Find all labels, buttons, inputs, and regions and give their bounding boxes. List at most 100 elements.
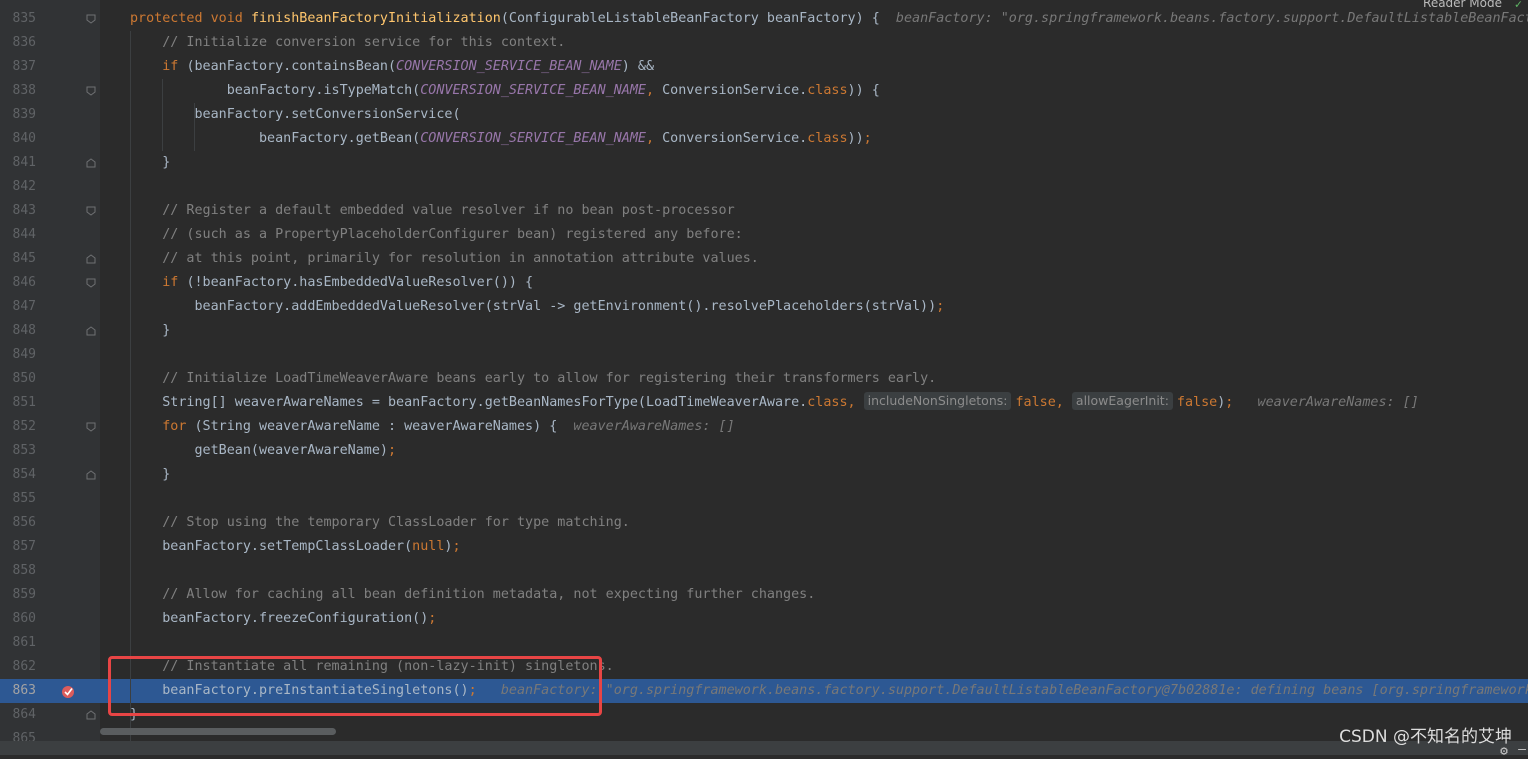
code-line[interactable]: 849 xyxy=(0,343,1528,367)
code-line[interactable]: 853 getBean(weaverAwareName); xyxy=(0,439,1528,463)
line-number[interactable]: 855 xyxy=(0,487,36,511)
line-number[interactable]: 863 xyxy=(0,679,36,703)
code-text[interactable]: getBean(weaverAwareName); xyxy=(130,439,396,463)
code-line[interactable]: 852 for (String weaverAwareName : weaver… xyxy=(0,415,1528,439)
line-number[interactable]: 838 xyxy=(0,79,36,103)
code-line[interactable]: 855 xyxy=(0,487,1528,511)
code-text[interactable]: beanFactory.freezeConfiguration(); xyxy=(130,607,436,631)
line-number[interactable]: 860 xyxy=(0,607,36,631)
reader-mode-toggle[interactable]: Reader Mode xyxy=(1423,0,1502,10)
code-line[interactable]: 842 xyxy=(0,175,1528,199)
line-number[interactable]: 845 xyxy=(0,247,36,271)
code-line[interactable]: 846 if (!beanFactory.hasEmbeddedValueRes… xyxy=(0,271,1528,295)
code-token: void xyxy=(210,11,251,26)
code-text[interactable]: for (String weaverAwareName : weaverAwar… xyxy=(130,415,734,439)
fold-close-icon[interactable] xyxy=(86,326,96,336)
line-number[interactable]: 853 xyxy=(0,439,36,463)
code-text[interactable]: beanFactory.isTypeMatch(CONVERSION_SERVI… xyxy=(130,79,880,103)
fold-close-icon[interactable] xyxy=(86,710,96,720)
line-number[interactable]: 850 xyxy=(0,367,36,391)
code-text[interactable]: protected void finishBeanFactoryInitiali… xyxy=(130,7,1528,31)
code-line[interactable]: 854 } xyxy=(0,463,1528,487)
code-text[interactable]: String[] weaverAwareNames = beanFactory.… xyxy=(130,391,1419,415)
fold-open-icon[interactable] xyxy=(86,422,96,432)
code-text[interactable]: beanFactory.addEmbeddedValueResolver(str… xyxy=(130,295,944,319)
line-number[interactable]: 856 xyxy=(0,511,36,535)
fold-close-icon[interactable] xyxy=(86,158,96,168)
breakpoint-icon[interactable] xyxy=(61,684,75,698)
line-number[interactable]: 840 xyxy=(0,127,36,151)
code-line[interactable]: 844 // (such as a PropertyPlaceholderCon… xyxy=(0,223,1528,247)
code-token: // Initialize conversion service for thi… xyxy=(162,35,566,50)
code-line[interactable]: 838 beanFactory.isTypeMatch(CONVERSION_S… xyxy=(0,79,1528,103)
code-line[interactable]: 861 xyxy=(0,631,1528,655)
code-line[interactable]: 857 beanFactory.setTempClassLoader(null)… xyxy=(0,535,1528,559)
fold-open-icon[interactable] xyxy=(86,206,96,216)
line-number[interactable]: 858 xyxy=(0,559,36,583)
line-number[interactable]: 847 xyxy=(0,295,36,319)
code-line[interactable]: 850 // Initialize LoadTimeWeaverAware be… xyxy=(0,367,1528,391)
horizontal-scrollbar[interactable] xyxy=(100,728,336,735)
code-line[interactable]: 847 beanFactory.addEmbeddedValueResolver… xyxy=(0,295,1528,319)
code-text[interactable]: // Register a default embedded value res… xyxy=(130,199,734,223)
line-number[interactable]: 848 xyxy=(0,319,36,343)
line-number[interactable]: 862 xyxy=(0,655,36,679)
fold-close-icon[interactable] xyxy=(86,254,96,264)
code-text[interactable]: // (such as a PropertyPlaceholderConfigu… xyxy=(130,223,742,247)
fold-close-icon[interactable] xyxy=(86,470,96,480)
code-line[interactable]: 837 if (beanFactory.containsBean(CONVERS… xyxy=(0,55,1528,79)
code-text[interactable]: // at this point, primarily for resoluti… xyxy=(130,247,759,271)
code-line[interactable]: 841 } xyxy=(0,151,1528,175)
line-number[interactable]: 851 xyxy=(0,391,36,415)
line-number[interactable]: 857 xyxy=(0,535,36,559)
code-text[interactable]: beanFactory.getBean(CONVERSION_SERVICE_B… xyxy=(130,127,872,151)
line-number[interactable]: 852 xyxy=(0,415,36,439)
code-line[interactable]: 856 // Stop using the temporary ClassLoa… xyxy=(0,511,1528,535)
code-token: ; xyxy=(863,131,872,146)
line-number[interactable]: 841 xyxy=(0,151,36,175)
line-number[interactable]: 842 xyxy=(0,175,36,199)
line-number[interactable]: 854 xyxy=(0,463,36,487)
line-number[interactable]: 839 xyxy=(0,103,36,127)
line-number[interactable]: 836 xyxy=(0,31,36,55)
fold-open-icon[interactable] xyxy=(86,278,96,288)
code-token: (String weaverAwareName : weaverAwareNam… xyxy=(194,419,574,434)
code-token: String[] weaverAwareNames = beanFactory.… xyxy=(130,395,808,410)
code-line[interactable]: 860 beanFactory.freezeConfiguration(); xyxy=(0,607,1528,631)
code-line[interactable]: 845 // at this point, primarily for reso… xyxy=(0,247,1528,271)
code-text[interactable]: if (!beanFactory.hasEmbeddedValueResolve… xyxy=(130,271,533,295)
code-token: } xyxy=(130,155,171,170)
code-text[interactable]: if (beanFactory.containsBean(CONVERSION_… xyxy=(130,55,654,79)
code-line[interactable]: 843 // Register a default embedded value… xyxy=(0,199,1528,223)
code-text[interactable]: } xyxy=(130,151,170,175)
line-number[interactable]: 844 xyxy=(0,223,36,247)
line-number[interactable]: 864 xyxy=(0,703,36,727)
code-text[interactable]: // Initialize conversion service for thi… xyxy=(130,31,565,55)
line-number[interactable]: 835 xyxy=(0,7,36,31)
code-line[interactable]: 859 // Allow for caching all bean defini… xyxy=(0,583,1528,607)
fold-open-icon[interactable] xyxy=(86,86,96,96)
code-line[interactable]: 848 } xyxy=(0,319,1528,343)
line-number[interactable]: 849 xyxy=(0,343,36,367)
code-text[interactable]: // Initialize LoadTimeWeaverAware beans … xyxy=(130,367,936,391)
code-line[interactable]: 836 // Initialize conversion service for… xyxy=(0,31,1528,55)
code-text[interactable]: } xyxy=(130,463,170,487)
line-number[interactable]: 861 xyxy=(0,631,36,655)
code-text[interactable]: // Stop using the temporary ClassLoader … xyxy=(130,511,630,535)
code-line[interactable]: 840 beanFactory.getBean(CONVERSION_SERVI… xyxy=(0,127,1528,151)
code-token: , xyxy=(847,395,864,410)
code-line[interactable]: 835 protected void finishBeanFactoryIniti… xyxy=(0,7,1528,31)
code-line[interactable]: 839 beanFactory.setConversionService( xyxy=(0,103,1528,127)
line-number[interactable]: 859 xyxy=(0,583,36,607)
code-text[interactable]: beanFactory.setTempClassLoader(null); xyxy=(130,535,460,559)
code-text[interactable]: beanFactory.setConversionService( xyxy=(130,103,460,127)
code-line[interactable]: 851 String[] weaverAwareNames = beanFact… xyxy=(0,391,1528,415)
line-number[interactable]: 837 xyxy=(0,55,36,79)
code-line[interactable]: 858 xyxy=(0,559,1528,583)
code-text[interactable]: // Allow for caching all bean definition… xyxy=(130,583,815,607)
code-text[interactable]: } xyxy=(130,319,170,343)
code-token: } xyxy=(130,323,171,338)
fold-open-icon[interactable] xyxy=(86,14,96,24)
line-number[interactable]: 846 xyxy=(0,271,36,295)
line-number[interactable]: 843 xyxy=(0,199,36,223)
